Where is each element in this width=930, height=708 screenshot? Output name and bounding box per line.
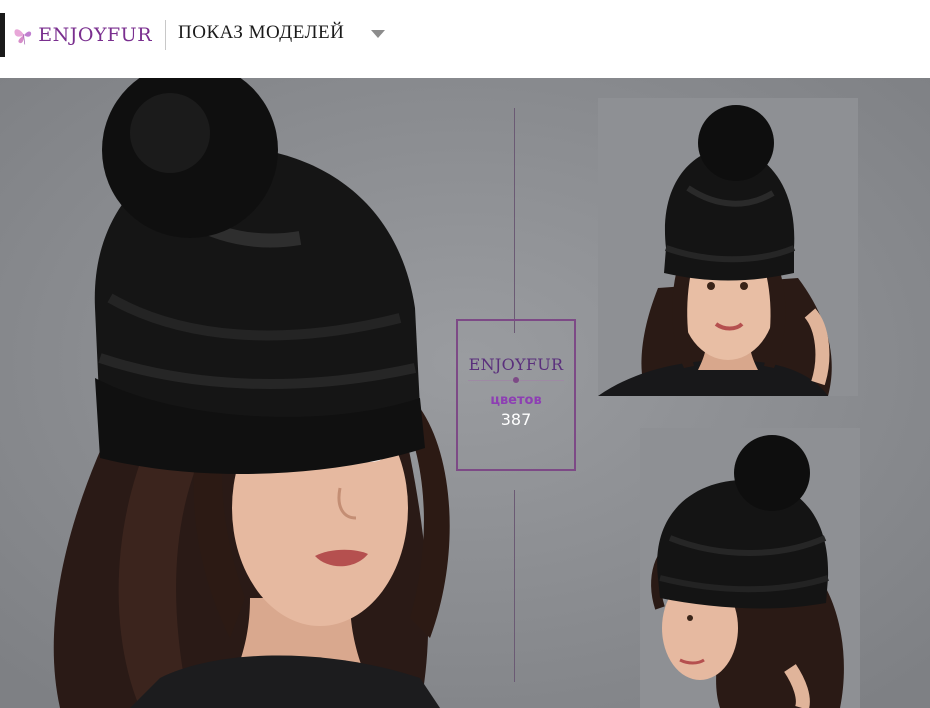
brand-logo[interactable]: ENJOYFUR — [12, 18, 152, 52]
header-accent-bar — [0, 13, 5, 57]
color-count-badge: ENJOYFUR цветов 387 — [456, 319, 576, 471]
header-divider — [165, 20, 166, 50]
vertical-rule-top — [514, 108, 515, 333]
butterfly-logo-icon — [14, 29, 32, 45]
section-title: ПОКАЗ МОДЕЛЕЙ — [178, 22, 345, 43]
badge-label: цветов — [490, 393, 542, 408]
model-photo-main — [53, 78, 450, 708]
header-bar: ENJOYFUR ПОКАЗ МОДЕЛЕЙ — [0, 0, 930, 78]
model-photo-front — [598, 98, 858, 396]
badge-brand: ENJOYFUR — [468, 355, 564, 374]
badge-number: 387 — [500, 410, 532, 429]
dropdown-caret-icon[interactable] — [371, 30, 385, 38]
model-photo-side — [640, 428, 860, 708]
badge-divider — [468, 377, 564, 383]
product-banner: ENJOYFUR цветов 387 — [0, 78, 930, 708]
brand-name: ENJOYFUR — [38, 24, 152, 46]
vertical-rule-bottom — [514, 490, 515, 682]
